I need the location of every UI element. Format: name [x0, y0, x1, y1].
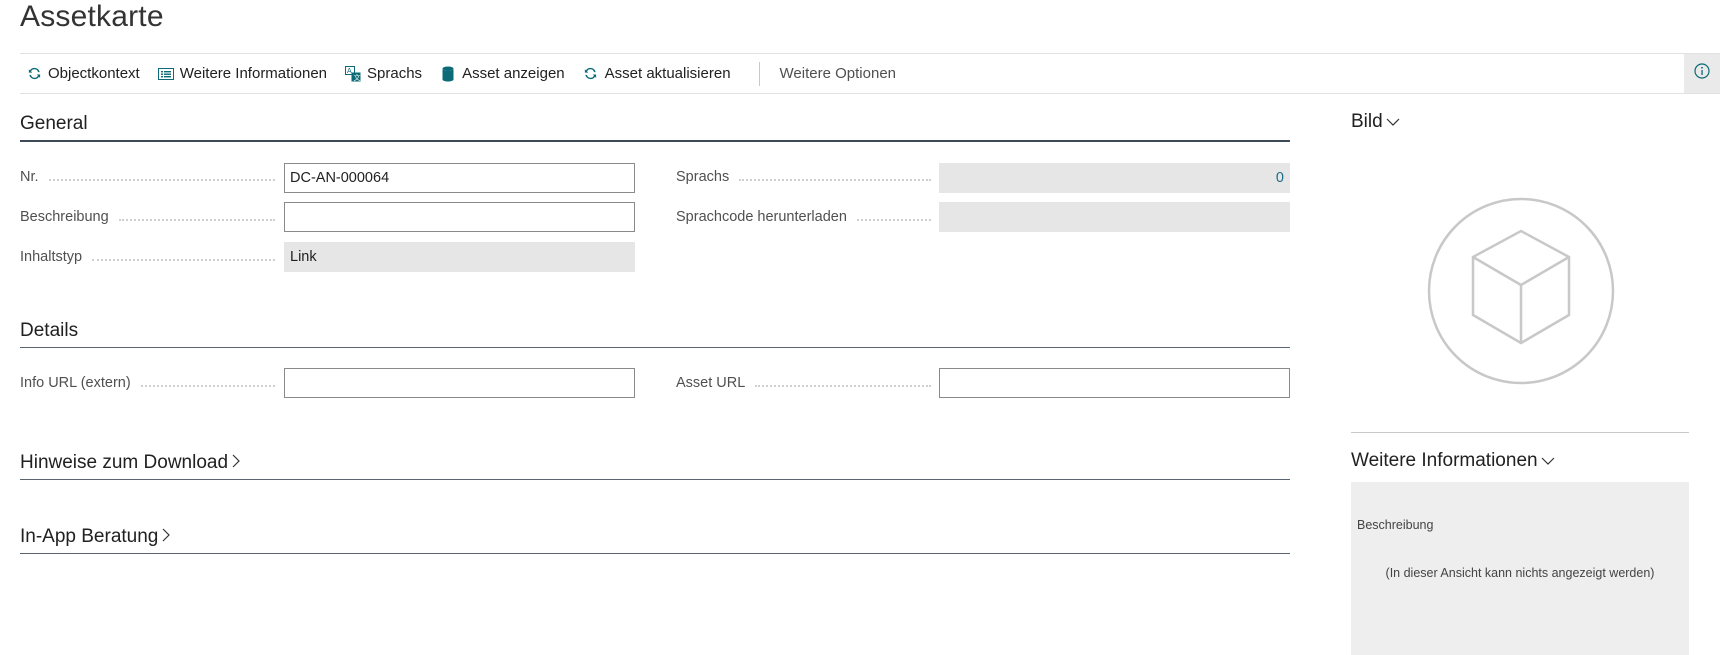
leader-dots [92, 259, 275, 261]
factbox-info-label: Beschreibung [1357, 518, 1434, 532]
refresh-icon [583, 66, 599, 82]
sprachs-label: Sprachs [367, 65, 423, 82]
sprachs-button[interactable]: A文 Sprachs [339, 54, 434, 93]
weitere-optionen-button[interactable]: Weitere Optionen [774, 54, 908, 93]
beschreibung-label-text: Beschreibung [20, 209, 109, 225]
image-placeholder [1427, 197, 1615, 385]
beschreibung-label: Beschreibung [20, 209, 275, 225]
cube-icon [1427, 197, 1615, 385]
section-general-title: General [20, 113, 88, 134]
asset-url-input[interactable] [939, 368, 1290, 398]
weitere-informationen-label: Weitere Informationen [179, 65, 328, 82]
info-url-label: Info URL (extern) [20, 375, 275, 391]
objectkontext-button[interactable]: Objectkontext [20, 54, 152, 93]
weitere-informationen-button[interactable]: Weitere Informationen [152, 54, 339, 93]
factbox-info-header[interactable]: Weitere Informationen [1351, 450, 1555, 472]
sprachs-count-field[interactable]: 0 [939, 163, 1290, 193]
section-inapp-title: In-App Beratung [20, 526, 159, 548]
svg-text:文: 文 [354, 73, 361, 82]
factbox-info-title: Weitere Informationen [1351, 450, 1538, 472]
info-url-input[interactable] [284, 368, 635, 398]
factbox-empty-message: (In dieser Ansicht kann nichts angezeigt… [1385, 566, 1655, 580]
factbox-divider [1351, 432, 1689, 433]
asset-anzeigen-button[interactable]: Asset anzeigen [434, 54, 577, 93]
asset-url-label: Asset URL [676, 375, 931, 391]
sprachcode-label-text: Sprachcode herunterladen [676, 209, 847, 225]
inhaltstyp-label-text: Inhaltstyp [20, 249, 83, 265]
refresh-icon [26, 66, 42, 82]
page-title: Assetkarte [20, 0, 164, 33]
section-general-header[interactable]: General [20, 113, 1290, 142]
sprachs-label-text: Sprachs [676, 169, 730, 185]
nr-label: Nr. [20, 169, 275, 185]
nr-label-text: Nr. [20, 169, 39, 185]
inhaltstyp-field: Link [284, 242, 635, 272]
svg-text:A: A [347, 68, 352, 75]
chevron-down-icon [1541, 450, 1555, 472]
section-download-title: Hinweise zum Download [20, 452, 229, 474]
objectkontext-label: Objectkontext [48, 65, 140, 82]
language-icon: A文 [345, 65, 361, 82]
info-url-label-text: Info URL (extern) [20, 375, 131, 391]
section-download-header[interactable]: Hinweise zum Download [20, 452, 1290, 481]
action-separator [758, 61, 760, 86]
chevron-down-icon [1386, 111, 1400, 133]
sprachs-field-label: Sprachs [676, 169, 931, 185]
factbox-bild-header[interactable]: Bild [1351, 111, 1400, 133]
section-details-title: Details [20, 320, 79, 341]
info-pane-button[interactable] [1684, 54, 1720, 93]
list-icon [157, 66, 174, 82]
leader-dots [118, 219, 275, 221]
section-details-header[interactable]: Details [20, 320, 1290, 348]
asset-aktualisieren-button[interactable]: Asset aktualisieren [577, 54, 743, 93]
chevron-right-icon [161, 526, 171, 548]
leader-dots [755, 385, 931, 387]
asset-aktualisieren-label: Asset aktualisieren [604, 65, 731, 82]
info-icon [1694, 63, 1710, 84]
asset-url-label-text: Asset URL [676, 375, 746, 391]
leader-dots [140, 385, 275, 387]
sprachcode-label: Sprachcode herunterladen [676, 209, 931, 225]
leader-dots [739, 179, 931, 181]
action-bar: Objectkontext Weitere Informationen A文 S… [20, 53, 1720, 94]
section-inapp-header[interactable]: In-App Beratung [20, 526, 1290, 555]
factbox-bild-title: Bild [1351, 111, 1383, 133]
beschreibung-input[interactable] [284, 202, 635, 232]
nr-input[interactable]: DC-AN-000064 [284, 163, 635, 193]
factbox-info-panel: Beschreibung (In dieser Ansicht kann nic… [1351, 482, 1689, 655]
asset-anzeigen-label: Asset anzeigen [462, 65, 565, 82]
database-icon [440, 66, 456, 82]
leader-dots [856, 219, 931, 221]
inhaltstyp-label: Inhaltstyp [20, 249, 275, 265]
chevron-right-icon [231, 452, 241, 474]
leader-dots [48, 179, 275, 181]
sprachcode-field [939, 202, 1290, 232]
